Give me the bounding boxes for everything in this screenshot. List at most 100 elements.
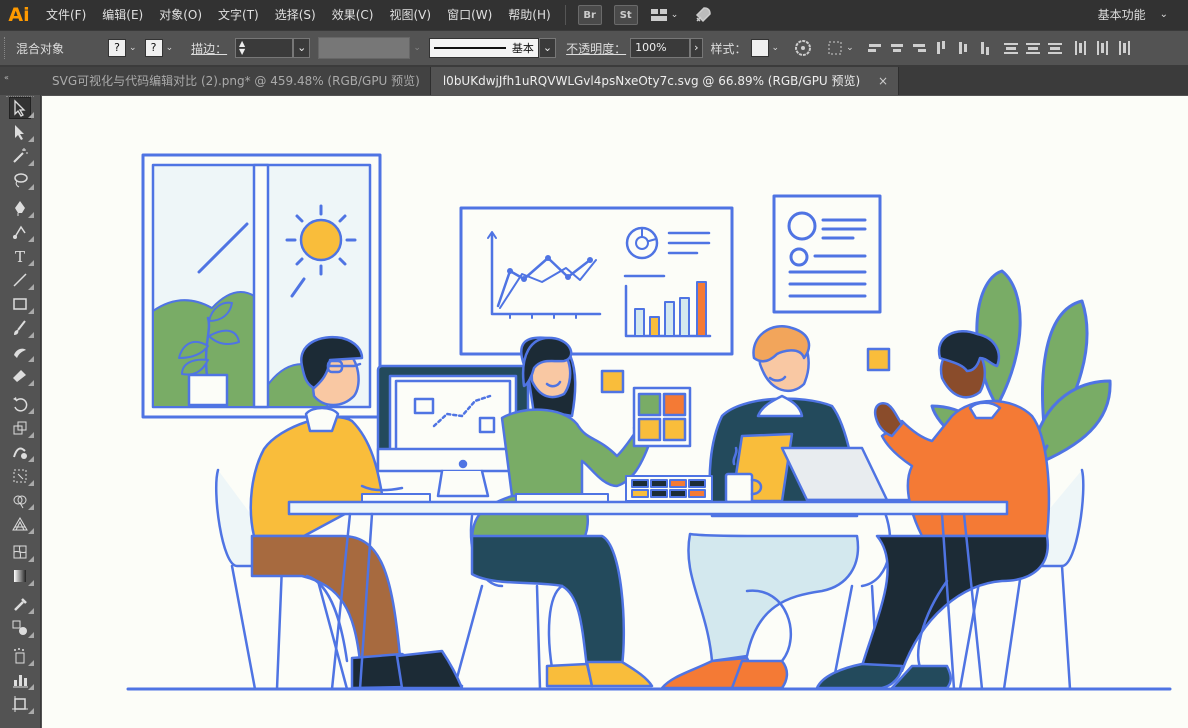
align-top-icon[interactable]: [934, 41, 948, 55]
stroke-value: ?: [144, 39, 163, 57]
artboard-tool-button[interactable]: [10, 694, 34, 714]
opacity-label[interactable]: 不透明度：: [566, 31, 626, 65]
arrange-documents-button[interactable]: ⌄: [650, 8, 678, 22]
stroke-weight-field[interactable]: ▲ ▼ ⌄: [235, 31, 311, 65]
chevron-down-icon: ⌄: [165, 43, 174, 53]
stroke-label[interactable]: 描边：: [191, 31, 227, 65]
flyout-indicator-icon: [28, 356, 34, 362]
sticky-note: [600, 369, 625, 394]
graphic-style-picker[interactable]: ⌄: [750, 31, 780, 65]
gradient-tool-button[interactable]: [10, 566, 34, 586]
menu-object[interactable]: 对象(O): [151, 0, 210, 30]
chevron-down-icon[interactable]: ⌄: [538, 38, 557, 58]
distribute-right-icon[interactable]: [1118, 41, 1132, 55]
menu-effect[interactable]: 效果(C): [324, 0, 382, 30]
opacity-field[interactable]: 100% ›: [630, 31, 703, 65]
eraser-tool-button[interactable]: [10, 366, 34, 386]
rectangle-tool-button[interactable]: [10, 294, 34, 314]
mesh-tool-button[interactable]: [10, 542, 34, 562]
panel-collapse-icon[interactable]: «: [4, 73, 9, 82]
flyout-indicator-icon: [28, 184, 34, 190]
wall-poster: [772, 194, 882, 314]
align-horizontal-center-icon[interactable]: [890, 41, 904, 55]
menu-view[interactable]: 视图(V): [381, 0, 439, 30]
align-vertical-center-icon[interactable]: [956, 41, 970, 55]
distribute-left-icon[interactable]: [1074, 41, 1088, 55]
stepper-icon[interactable]: ▲ ▼: [236, 40, 248, 56]
flyout-indicator-icon: [28, 580, 34, 586]
line-segment-tool-button[interactable]: [10, 270, 34, 290]
workspace-switcher[interactable]: 基本功能 ⌄: [1098, 4, 1168, 26]
direct-selection-tool-button[interactable]: [10, 122, 34, 142]
flyout-indicator-icon: [28, 284, 34, 290]
column-graph-tool-button[interactable]: [10, 670, 34, 690]
rotate-tool-button[interactable]: [10, 394, 34, 414]
recolor-artwork-button[interactable]: [795, 31, 812, 65]
warp-tool-button[interactable]: [10, 442, 34, 462]
pen-tool-button[interactable]: [10, 198, 34, 218]
rocket-icon: [696, 7, 711, 23]
magic-wand-tool-button[interactable]: [10, 146, 34, 166]
shape-builder-tool-button[interactable]: [10, 490, 34, 510]
menu-help[interactable]: 帮助(H): [500, 0, 558, 30]
close-icon[interactable]: ×: [878, 74, 888, 88]
menu-edit[interactable]: 编辑(E): [94, 0, 151, 30]
fill-swatch[interactable]: ? ⌄: [108, 31, 137, 65]
align-bottom-icon[interactable]: [978, 41, 992, 55]
flyout-indicator-icon: [28, 480, 34, 486]
brush-definition[interactable]: 基本 ⌄: [428, 31, 557, 65]
menu-select[interactable]: 选择(S): [267, 0, 324, 30]
menu-file[interactable]: 文件(F): [38, 0, 94, 30]
gpu-performance-button[interactable]: [694, 6, 712, 24]
flyout-indicator-icon: [28, 432, 34, 438]
eyedropper-tool-button[interactable]: [10, 594, 34, 614]
chevron-down-icon: ⌄: [413, 43, 421, 53]
free-transform-tool-button[interactable]: [10, 466, 34, 486]
flyout-indicator-icon: [28, 528, 34, 534]
align-right-icon[interactable]: [912, 41, 926, 55]
menu-window[interactable]: 窗口(W): [439, 0, 500, 30]
distribute-vertical-center-icon[interactable]: [1025, 41, 1040, 55]
stock-button[interactable]: St: [613, 5, 638, 25]
artboard-canvas[interactable]: [42, 96, 1188, 728]
free-transform-tool-icon: [13, 469, 27, 483]
shaper-tool-button[interactable]: [10, 342, 34, 362]
symbol-sprayer-tool-button[interactable]: [10, 646, 34, 666]
distribute-bottom-icon[interactable]: [1047, 41, 1062, 55]
tab-document-1[interactable]: SVG可视化与代码编辑对比 (2).png* @ 459.48% (RGB/GP…: [0, 67, 431, 95]
distribute-top-icon[interactable]: [1003, 41, 1018, 55]
type-tool-button[interactable]: T: [10, 246, 34, 266]
stroke-weight-dropdown[interactable]: ⌄: [293, 38, 311, 58]
stroke-swatch[interactable]: ? ⌄: [144, 31, 174, 65]
blend-tool-button[interactable]: [10, 618, 34, 638]
align-to-selection-button[interactable]: ⌄: [827, 31, 854, 65]
paintbrush-tool-button[interactable]: [10, 318, 34, 338]
curvature-tool-button[interactable]: [10, 222, 34, 242]
perspective-grid-tool-button[interactable]: [10, 514, 34, 534]
selection-tool-button[interactable]: [9, 97, 34, 119]
scale-tool-icon: [13, 421, 27, 435]
lasso-tool-button[interactable]: [10, 170, 34, 190]
menu-type[interactable]: 文字(T): [210, 0, 267, 30]
chevron-down-icon: ⌄: [846, 43, 854, 53]
chevron-down-icon: ⌄: [771, 43, 780, 53]
variable-width-profile[interactable]: ⌄: [318, 31, 421, 65]
type-tool-icon: T: [15, 248, 25, 265]
flyout-indicator-icon: [28, 708, 34, 714]
lasso-tool-icon: [14, 173, 28, 188]
align-left-icon[interactable]: [867, 41, 882, 55]
flyout-indicator-icon: [28, 236, 34, 242]
chevron-right-icon[interactable]: ›: [690, 38, 703, 58]
scale-tool-button[interactable]: [10, 418, 34, 438]
flyout-indicator-icon: [28, 608, 34, 614]
flyout-indicator-icon: [28, 112, 34, 118]
bridge-button[interactable]: Br: [577, 5, 602, 25]
tab-document-2[interactable]: l0bUKdwjJfh1uRQVWLGvl4psNxeOty7c.svg @ 6…: [430, 67, 900, 95]
distribute-horizontal-center-icon[interactable]: [1096, 41, 1110, 55]
selection-type-label: 混合对象: [16, 41, 65, 56]
flyout-indicator-icon: [28, 160, 34, 166]
menu-bar: Ai 文件(F) 编辑(E) 对象(O) 文字(T) 选择(S) 效果(C) 视…: [0, 0, 1188, 30]
workspace-label: 基本功能: [1097, 8, 1146, 22]
opacity-value[interactable]: 100%: [630, 38, 691, 58]
selection-tool-icon: [14, 99, 26, 117]
